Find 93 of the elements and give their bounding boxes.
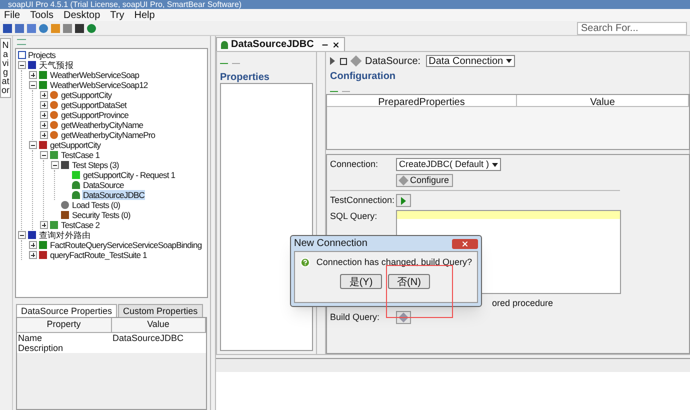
tree-item[interactable]: 天气预报 bbox=[38, 60, 74, 70]
collapse-toggle[interactable] bbox=[29, 81, 37, 89]
dialog-button[interactable]: 否(N) bbox=[388, 274, 430, 289]
navigator-tab[interactable]: Navigator bbox=[0, 38, 11, 98]
tree-item[interactable]: Load Tests (0) bbox=[71, 200, 122, 210]
editor-tab[interactable]: DataSourceJDBC bbox=[216, 37, 345, 51]
dialog-message: Connection has changed, build Query? bbox=[316, 256, 472, 270]
case-icon bbox=[50, 151, 58, 159]
close-icon[interactable] bbox=[332, 40, 340, 48]
expand-toggle[interactable] bbox=[40, 221, 48, 229]
play-icon bbox=[401, 196, 406, 204]
menu-item[interactable]: Tools bbox=[30, 8, 54, 22]
expand-toggle[interactable] bbox=[29, 241, 37, 249]
tree-item[interactable]: WeatherWebServiceSoap12 bbox=[49, 80, 149, 90]
tree-item[interactable]: DataSourceJDBC bbox=[82, 190, 146, 200]
expand-toggle[interactable] bbox=[29, 251, 37, 259]
section-title: Properties bbox=[219, 71, 270, 83]
table-cell-text: DataSourceJDBC bbox=[112, 332, 185, 342]
window-title: soapUI Pro 4.5.1 (Trial License, soapUI Pro, SmartBear Software) bbox=[0, 0, 690, 9]
table-cell-text: Description bbox=[17, 342, 64, 352]
collapse-toggle[interactable] bbox=[18, 61, 26, 69]
tree-item[interactable]: 查询对外路由 bbox=[38, 230, 92, 240]
tab[interactable]: Custom Properties bbox=[118, 304, 203, 317]
field-label: SQL Query: bbox=[330, 210, 378, 223]
tree-item[interactable]: Test Steps (3) bbox=[71, 160, 120, 170]
collapse-toggle[interactable] bbox=[51, 161, 59, 169]
column-header: Property bbox=[17, 318, 112, 332]
tree-item[interactable]: getSupportCity bbox=[60, 90, 113, 100]
dialog-button[interactable]: 是(Y) bbox=[340, 274, 382, 289]
configure-button[interactable]: Configure bbox=[396, 174, 454, 187]
field-label: ored procedure bbox=[492, 297, 554, 308]
tree-item[interactable]: getWeatherbyCityName bbox=[60, 120, 144, 130]
expand-toggle[interactable] bbox=[40, 111, 48, 119]
field-label: Build Query: bbox=[330, 310, 381, 324]
collapse-toggle[interactable] bbox=[29, 141, 37, 149]
table-cell-text: Name bbox=[17, 332, 44, 342]
tree-item[interactable]: Security Tests (0) bbox=[71, 210, 132, 220]
tree-item[interactable]: FactRouteQueryServiceServiceSoapBinding bbox=[49, 240, 203, 250]
question-icon bbox=[300, 255, 310, 270]
project-icon bbox=[28, 61, 36, 69]
request-icon bbox=[72, 171, 80, 179]
column-header: Value bbox=[112, 318, 206, 332]
highlight-annotation bbox=[386, 265, 453, 318]
play-icon[interactable] bbox=[330, 57, 335, 65]
dialog-title: New Connection bbox=[294, 237, 368, 251]
caret-icon bbox=[506, 59, 512, 63]
steps-icon bbox=[61, 161, 69, 169]
project-icon bbox=[28, 231, 36, 239]
menu-item[interactable]: File bbox=[4, 8, 20, 22]
projects-icon bbox=[18, 51, 26, 59]
build-query-button[interactable] bbox=[396, 311, 411, 324]
tree-item[interactable]: WeatherWebServiceSoap bbox=[49, 70, 140, 80]
column-header: PreparedProperties bbox=[327, 95, 517, 107]
expand-toggle[interactable] bbox=[40, 101, 48, 109]
stop-icon[interactable] bbox=[340, 58, 347, 64]
search-field[interactable]: Search For... bbox=[577, 22, 687, 34]
tree-item[interactable]: TestCase 1 bbox=[60, 150, 101, 160]
datasource-label: DataSource: bbox=[365, 54, 421, 68]
tree-item[interactable]: getWeatherbyCityNamePro bbox=[60, 130, 156, 140]
close-button[interactable] bbox=[452, 238, 478, 248]
expand-toggle[interactable] bbox=[29, 71, 37, 79]
suite-icon bbox=[39, 251, 47, 259]
security-icon bbox=[61, 211, 69, 219]
field-label: Connection: bbox=[330, 158, 380, 171]
expand-toggle[interactable] bbox=[40, 121, 48, 129]
field-label: TestConnection: bbox=[330, 194, 396, 207]
caret-icon bbox=[492, 162, 498, 166]
menu-item[interactable]: Try bbox=[110, 8, 124, 22]
expand-toggle[interactable] bbox=[40, 91, 48, 99]
tree-item[interactable]: queryFactRoute_TestSuite 1 bbox=[49, 250, 148, 260]
section-title: Configuration bbox=[329, 70, 397, 84]
tree-item[interactable]: Projects bbox=[28, 48, 56, 62]
tab[interactable]: DataSource Properties bbox=[16, 304, 118, 317]
menu-item[interactable]: Help bbox=[134, 8, 155, 22]
tree-item[interactable]: getSupportProvince bbox=[60, 110, 130, 120]
tree-item[interactable]: TestCase 2 bbox=[60, 220, 101, 230]
connection-dropdown[interactable]: CreateJDBC( Default ) bbox=[396, 158, 502, 171]
collapse-toggle[interactable] bbox=[18, 231, 26, 239]
collapse-toggle[interactable] bbox=[40, 151, 48, 159]
column-header: Value bbox=[517, 95, 689, 107]
menu-item[interactable]: Desktop bbox=[63, 8, 100, 22]
tree-item[interactable]: getSupportDataSet bbox=[60, 100, 128, 110]
tree-item[interactable]: getSupportCity bbox=[49, 140, 102, 150]
tree-item[interactable]: DataSource bbox=[82, 180, 125, 190]
expand-toggle[interactable] bbox=[40, 131, 48, 139]
datasource-icon bbox=[221, 40, 228, 48]
run-button[interactable] bbox=[396, 194, 411, 207]
case-icon bbox=[50, 221, 58, 229]
close-icon bbox=[461, 240, 469, 248]
interface-icon bbox=[39, 241, 47, 249]
datasource-dropdown[interactable]: Data Connection bbox=[426, 55, 516, 67]
tree-item[interactable]: getSupportCity - Request 1 bbox=[82, 170, 176, 180]
suite-icon bbox=[39, 141, 47, 149]
